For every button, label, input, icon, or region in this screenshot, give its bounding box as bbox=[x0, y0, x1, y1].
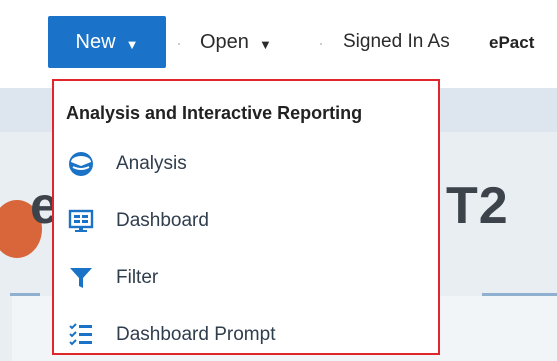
signed-in-label: Signed In As bbox=[343, 31, 450, 52]
dashboard-icon bbox=[66, 206, 96, 236]
chevron-down-icon: ▼ bbox=[258, 36, 272, 52]
new-button-label: New bbox=[75, 30, 116, 53]
user-menu[interactable]: ePact bbox=[489, 33, 534, 53]
menu-item-label: Filter bbox=[116, 267, 159, 288]
top-toolbar: New ▼ Open ▼ Signed In As ePact bbox=[0, 0, 557, 88]
new-dropdown-menu: Analysis and Interactive Reporting Analy… bbox=[52, 79, 440, 355]
chevron-down-icon: ▼ bbox=[125, 36, 139, 52]
analysis-icon bbox=[66, 149, 96, 179]
menu-item-label: Analysis bbox=[116, 153, 187, 174]
menu-item-analysis[interactable]: Analysis bbox=[62, 142, 432, 186]
toolbar-separator bbox=[178, 43, 180, 45]
open-button[interactable]: Open ▼ bbox=[194, 16, 278, 68]
menu-item-label: Dashboard Prompt bbox=[116, 324, 276, 345]
menu-item-dashboard-prompt[interactable]: Dashboard Prompt bbox=[62, 313, 432, 357]
toolbar-separator bbox=[320, 43, 322, 45]
open-button-label: Open bbox=[200, 30, 249, 53]
menu-section-header: Analysis and Interactive Reporting bbox=[66, 103, 363, 123]
page-title-suffix: T2 bbox=[446, 177, 509, 235]
dashboard-prompt-icon bbox=[66, 320, 96, 350]
menu-item-label: Dashboard bbox=[116, 210, 209, 231]
new-button[interactable]: New ▼ bbox=[48, 16, 166, 68]
menu-item-filter[interactable]: Filter bbox=[62, 256, 432, 300]
menu-item-dashboard[interactable]: Dashboard bbox=[62, 199, 432, 243]
filter-icon bbox=[66, 263, 96, 293]
